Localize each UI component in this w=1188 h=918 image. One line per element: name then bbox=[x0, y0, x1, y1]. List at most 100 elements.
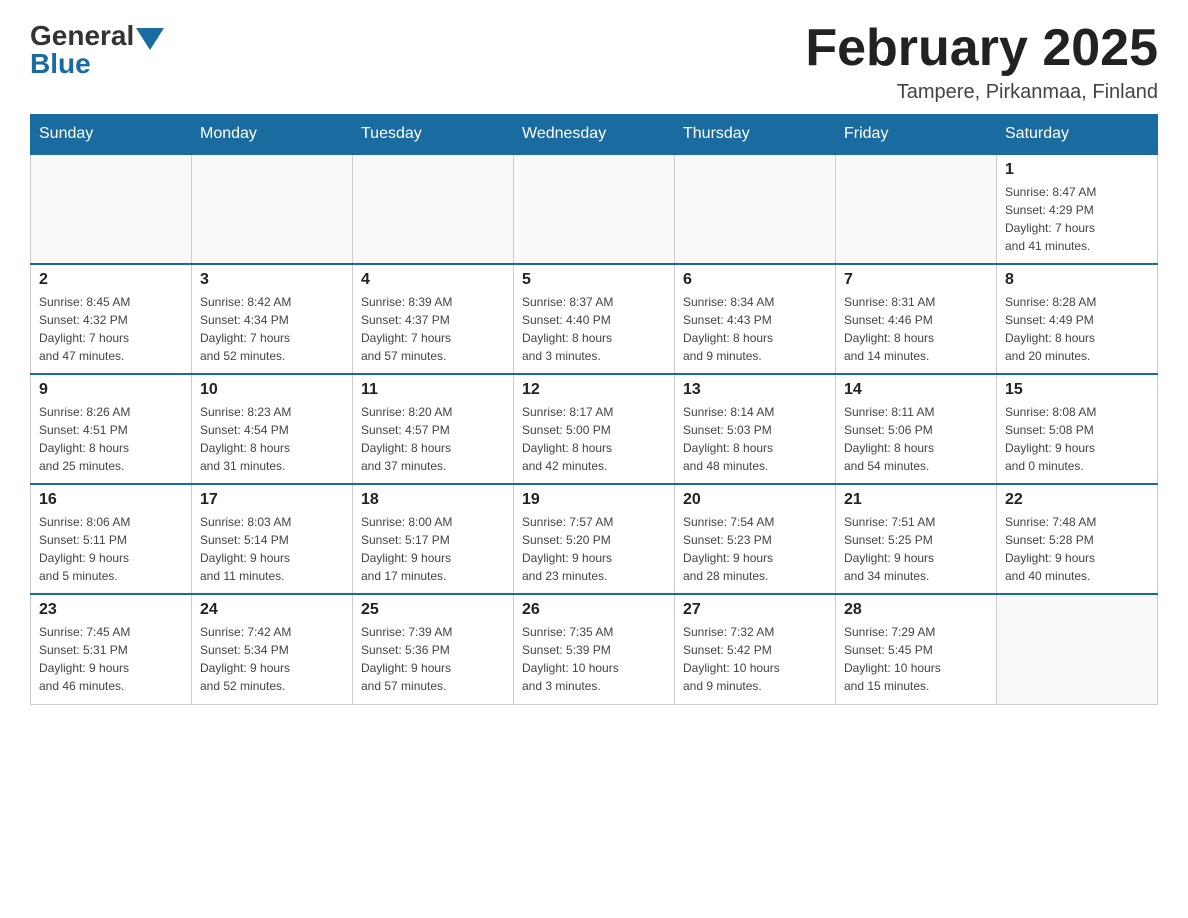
day-number: 20 bbox=[683, 491, 827, 509]
calendar-week-row: 1 Sunrise: 8:47 AMSunset: 4:29 PMDaylight… bbox=[31, 154, 1158, 264]
calendar-cell: 22 Sunrise: 7:48 AMSunset: 5:28 PMDayligh… bbox=[997, 484, 1158, 594]
calendar-cell: 8 Sunrise: 8:28 AMSunset: 4:49 PMDaylight… bbox=[997, 264, 1158, 374]
page-header: General Blue February 2025 Tampere, Pirk… bbox=[30, 20, 1158, 104]
calendar-week-row: 2 Sunrise: 8:45 AMSunset: 4:32 PMDaylight… bbox=[31, 264, 1158, 374]
day-of-week-header: Saturday bbox=[997, 115, 1158, 155]
day-info: Sunrise: 8:37 AMSunset: 4:40 PMDaylight:… bbox=[522, 293, 666, 365]
calendar-cell: 20 Sunrise: 7:54 AMSunset: 5:23 PMDayligh… bbox=[675, 484, 836, 594]
day-info: Sunrise: 7:35 AMSunset: 5:39 PMDaylight:… bbox=[522, 623, 666, 695]
day-info: Sunrise: 8:45 AMSunset: 4:32 PMDaylight:… bbox=[39, 293, 183, 365]
calendar-cell: 17 Sunrise: 8:03 AMSunset: 5:14 PMDayligh… bbox=[192, 484, 353, 594]
day-info: Sunrise: 8:06 AMSunset: 5:11 PMDaylight:… bbox=[39, 513, 183, 585]
day-number: 13 bbox=[683, 381, 827, 399]
day-number: 8 bbox=[1005, 271, 1149, 289]
calendar-header-row: SundayMondayTuesdayWednesdayThursdayFrid… bbox=[31, 115, 1158, 155]
calendar-cell: 24 Sunrise: 7:42 AMSunset: 5:34 PMDayligh… bbox=[192, 594, 353, 704]
calendar-cell: 2 Sunrise: 8:45 AMSunset: 4:32 PMDaylight… bbox=[31, 264, 192, 374]
day-number: 9 bbox=[39, 381, 183, 399]
calendar-cell: 27 Sunrise: 7:32 AMSunset: 5:42 PMDayligh… bbox=[675, 594, 836, 704]
day-info: Sunrise: 8:17 AMSunset: 5:00 PMDaylight:… bbox=[522, 403, 666, 475]
logo: General Blue bbox=[30, 20, 164, 80]
day-info: Sunrise: 8:03 AMSunset: 5:14 PMDaylight:… bbox=[200, 513, 344, 585]
calendar-cell: 19 Sunrise: 7:57 AMSunset: 5:20 PMDayligh… bbox=[514, 484, 675, 594]
logo-arrow-icon bbox=[136, 28, 164, 50]
day-info: Sunrise: 8:34 AMSunset: 4:43 PMDaylight:… bbox=[683, 293, 827, 365]
calendar-cell: 26 Sunrise: 7:35 AMSunset: 5:39 PMDayligh… bbox=[514, 594, 675, 704]
day-info: Sunrise: 8:28 AMSunset: 4:49 PMDaylight:… bbox=[1005, 293, 1149, 365]
day-of-week-header: Thursday bbox=[675, 115, 836, 155]
day-info: Sunrise: 8:39 AMSunset: 4:37 PMDaylight:… bbox=[361, 293, 505, 365]
day-number: 21 bbox=[844, 491, 988, 509]
day-info: Sunrise: 7:51 AMSunset: 5:25 PMDaylight:… bbox=[844, 513, 988, 585]
calendar-cell: 25 Sunrise: 7:39 AMSunset: 5:36 PMDayligh… bbox=[353, 594, 514, 704]
calendar-week-row: 23Sunrise: 7:45 AMSunset: 5:31 PMDayligh… bbox=[31, 594, 1158, 704]
day-info: Sunrise: 8:31 AMSunset: 4:46 PMDaylight:… bbox=[844, 293, 988, 365]
month-title: February 2025 bbox=[805, 20, 1158, 77]
day-number: 19 bbox=[522, 491, 666, 509]
calendar-cell: 28Sunrise: 7:29 AMSunset: 5:45 PMDayligh… bbox=[836, 594, 997, 704]
day-of-week-header: Tuesday bbox=[353, 115, 514, 155]
calendar-cell: 5 Sunrise: 8:37 AMSunset: 4:40 PMDaylight… bbox=[514, 264, 675, 374]
day-number: 4 bbox=[361, 271, 505, 289]
day-number: 18 bbox=[361, 491, 505, 509]
day-number: 28 bbox=[844, 601, 988, 619]
calendar-cell: 6 Sunrise: 8:34 AMSunset: 4:43 PMDaylight… bbox=[675, 264, 836, 374]
day-info: Sunrise: 7:39 AMSunset: 5:36 PMDaylight:… bbox=[361, 623, 505, 695]
day-number: 1 bbox=[1005, 161, 1149, 179]
day-number: 6 bbox=[683, 271, 827, 289]
day-number: 3 bbox=[200, 271, 344, 289]
calendar-cell: 21 Sunrise: 7:51 AMSunset: 5:25 PMDayligh… bbox=[836, 484, 997, 594]
day-number: 24 bbox=[200, 601, 344, 619]
day-number: 7 bbox=[844, 271, 988, 289]
day-number: 11 bbox=[361, 381, 505, 399]
day-info: Sunrise: 8:42 AMSunset: 4:34 PMDaylight:… bbox=[200, 293, 344, 365]
calendar-week-row: 16Sunrise: 8:06 AMSunset: 5:11 PMDayligh… bbox=[31, 484, 1158, 594]
calendar-cell bbox=[31, 154, 192, 264]
calendar-cell bbox=[997, 594, 1158, 704]
day-info: Sunrise: 7:57 AMSunset: 5:20 PMDaylight:… bbox=[522, 513, 666, 585]
day-number: 15 bbox=[1005, 381, 1149, 399]
day-info: Sunrise: 7:54 AMSunset: 5:23 PMDaylight:… bbox=[683, 513, 827, 585]
calendar-cell: 4 Sunrise: 8:39 AMSunset: 4:37 PMDaylight… bbox=[353, 264, 514, 374]
day-number: 5 bbox=[522, 271, 666, 289]
calendar-cell: 14 Sunrise: 8:11 AMSunset: 5:06 PMDayligh… bbox=[836, 374, 997, 484]
day-of-week-header: Monday bbox=[192, 115, 353, 155]
day-info: Sunrise: 8:23 AMSunset: 4:54 PMDaylight:… bbox=[200, 403, 344, 475]
calendar-cell: 15Sunrise: 8:08 AMSunset: 5:08 PMDayligh… bbox=[997, 374, 1158, 484]
day-number: 14 bbox=[844, 381, 988, 399]
calendar-cell bbox=[675, 154, 836, 264]
calendar-cell bbox=[836, 154, 997, 264]
day-number: 25 bbox=[361, 601, 505, 619]
day-info: Sunrise: 8:26 AMSunset: 4:51 PMDaylight:… bbox=[39, 403, 183, 475]
day-info: Sunrise: 7:48 AMSunset: 5:28 PMDaylight:… bbox=[1005, 513, 1149, 585]
day-number: 10 bbox=[200, 381, 344, 399]
calendar-cell: 18 Sunrise: 8:00 AMSunset: 5:17 PMDayligh… bbox=[353, 484, 514, 594]
title-block: February 2025 Tampere, Pirkanmaa, Finlan… bbox=[805, 20, 1158, 104]
calendar-table: SundayMondayTuesdayWednesdayThursdayFrid… bbox=[30, 114, 1158, 705]
calendar-cell: 16Sunrise: 8:06 AMSunset: 5:11 PMDayligh… bbox=[31, 484, 192, 594]
day-of-week-header: Wednesday bbox=[514, 115, 675, 155]
day-info: Sunrise: 8:14 AMSunset: 5:03 PMDaylight:… bbox=[683, 403, 827, 475]
day-number: 17 bbox=[200, 491, 344, 509]
day-of-week-header: Sunday bbox=[31, 115, 192, 155]
calendar-cell: 9 Sunrise: 8:26 AMSunset: 4:51 PMDaylight… bbox=[31, 374, 192, 484]
day-number: 2 bbox=[39, 271, 183, 289]
day-info: Sunrise: 7:32 AMSunset: 5:42 PMDaylight:… bbox=[683, 623, 827, 695]
calendar-cell: 3 Sunrise: 8:42 AMSunset: 4:34 PMDaylight… bbox=[192, 264, 353, 374]
location-text: Tampere, Pirkanmaa, Finland bbox=[805, 81, 1158, 104]
calendar-cell: 23Sunrise: 7:45 AMSunset: 5:31 PMDayligh… bbox=[31, 594, 192, 704]
calendar-cell bbox=[192, 154, 353, 264]
calendar-cell: 13 Sunrise: 8:14 AMSunset: 5:03 PMDayligh… bbox=[675, 374, 836, 484]
calendar-cell: 12Sunrise: 8:17 AMSunset: 5:00 PMDayligh… bbox=[514, 374, 675, 484]
day-number: 27 bbox=[683, 601, 827, 619]
day-number: 22 bbox=[1005, 491, 1149, 509]
logo-blue-text: Blue bbox=[30, 48, 91, 80]
day-info: Sunrise: 8:00 AMSunset: 5:17 PMDaylight:… bbox=[361, 513, 505, 585]
day-info: Sunrise: 7:42 AMSunset: 5:34 PMDaylight:… bbox=[200, 623, 344, 695]
day-info: Sunrise: 8:47 AMSunset: 4:29 PMDaylight:… bbox=[1005, 183, 1149, 255]
day-number: 26 bbox=[522, 601, 666, 619]
day-info: Sunrise: 8:11 AMSunset: 5:06 PMDaylight:… bbox=[844, 403, 988, 475]
day-of-week-header: Friday bbox=[836, 115, 997, 155]
day-number: 23 bbox=[39, 601, 183, 619]
calendar-cell: 1 Sunrise: 8:47 AMSunset: 4:29 PMDaylight… bbox=[997, 154, 1158, 264]
